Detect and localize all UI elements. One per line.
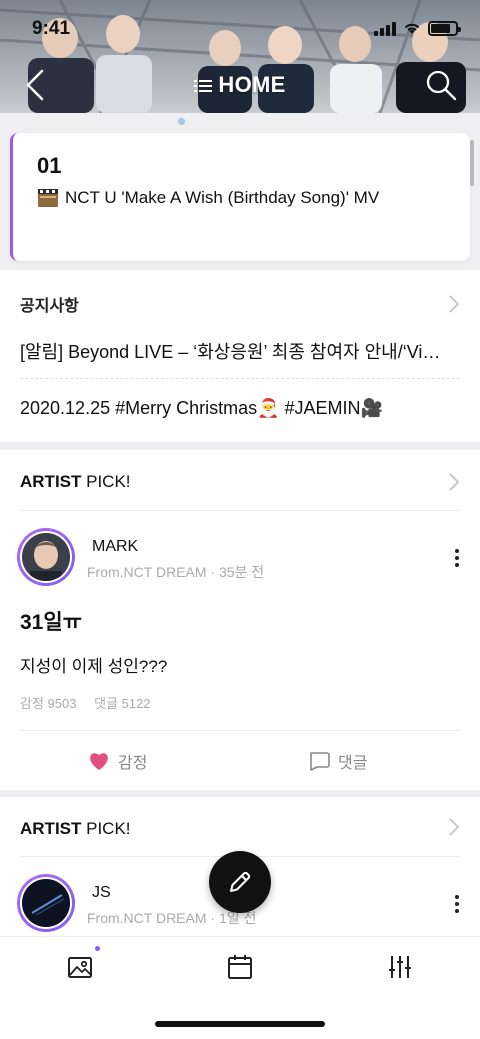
- post-title[interactable]: 31일ㅠ: [20, 606, 82, 636]
- artist-pick-card-1: ARTIST PICK! MARK From.NCT DREAM · 35분 전…: [0, 450, 480, 790]
- post-meta: From.NCT DREAM · 35분 전: [87, 564, 265, 580]
- notice-item-2[interactable]: 2020.12.25 #Merry Christmas🎅 #JAEMIN🎥: [20, 398, 460, 419]
- comment-button[interactable]: 댓글: [308, 749, 367, 773]
- pencil-icon: [230, 871, 251, 892]
- hot-post-title-row: NCT U 'Make A Wish (Birthday Song)' MV: [37, 188, 379, 208]
- page-title-text: HOME: [218, 72, 286, 97]
- comment-button-label: 댓글: [338, 755, 368, 772]
- artist-pick-label: ARTIST PICK!: [20, 819, 131, 838]
- artist-name[interactable]: MARK: [92, 538, 138, 556]
- cellular-signal-icon: [374, 20, 396, 36]
- hot-post-card[interactable]: 01 NCT U 'Make A Wish (Birthday Song)' M…: [10, 133, 470, 261]
- hot-post-rank: 01: [37, 153, 62, 178]
- post-body[interactable]: 지성이 이제 성인???: [20, 652, 167, 677]
- more-options-icon[interactable]: [454, 895, 460, 915]
- avatar[interactable]: [17, 528, 75, 586]
- page-title[interactable]: HOME: [0, 72, 480, 98]
- status-icons: [374, 20, 461, 36]
- search-icon[interactable]: [424, 68, 458, 102]
- photo-icon[interactable]: [66, 953, 94, 981]
- wifi-icon: [404, 23, 420, 34]
- avatar[interactable]: [17, 874, 75, 932]
- section-divider: [20, 510, 460, 511]
- avatar-photo: [22, 533, 70, 581]
- status-time: 9:41: [32, 18, 71, 39]
- heart-icon: [90, 753, 108, 770]
- post-stats: 감정 9503 댓글 5122: [20, 693, 165, 712]
- comment-icon: [310, 752, 330, 771]
- avatar-photo: [22, 879, 70, 927]
- artist-name[interactable]: JS: [92, 884, 111, 902]
- artist-pick-more-chevron-icon[interactable]: [448, 817, 460, 837]
- carousel-page-indicator: [178, 118, 185, 125]
- battery-icon: [428, 20, 461, 36]
- artist-pick-label: ARTIST PICK!: [20, 472, 131, 491]
- menu-icon: [194, 80, 213, 93]
- film-clapper-icon: [38, 189, 58, 207]
- header-banner: 9:41 HOME: [0, 0, 480, 113]
- calendar-icon[interactable]: [226, 953, 254, 981]
- artist-pick-more-chevron-icon[interactable]: [448, 472, 460, 492]
- notice-item-1[interactable]: [알림] Beyond LIVE – ‘화상응원’ 최종 참여자 안내/‘Vi…: [20, 338, 460, 364]
- scrollbar[interactable]: [470, 140, 474, 186]
- status-bar: 9:41: [0, 16, 480, 42]
- sliders-icon[interactable]: [386, 953, 414, 981]
- home-indicator[interactable]: [155, 1021, 325, 1027]
- actions-divider: [20, 730, 460, 731]
- like-button[interactable]: 감정: [88, 749, 147, 773]
- notice-more-chevron-icon[interactable]: [448, 294, 460, 314]
- new-content-badge: [95, 946, 100, 951]
- compose-button[interactable]: [209, 851, 271, 913]
- comment-count: 댓글 5122: [94, 696, 151, 711]
- notice-divider: [20, 378, 460, 379]
- hot-post-title: NCT U 'Make A Wish (Birthday Song)' MV: [65, 188, 380, 207]
- more-options-icon[interactable]: [454, 549, 460, 569]
- notice-card: 공지사항 [알림] Beyond LIVE – ‘화상응원’ 최종 참여자 안내…: [0, 270, 480, 442]
- notice-heading: 공지사항: [20, 298, 79, 315]
- like-count: 감정 9503: [20, 696, 77, 711]
- like-button-label: 감정: [118, 755, 148, 772]
